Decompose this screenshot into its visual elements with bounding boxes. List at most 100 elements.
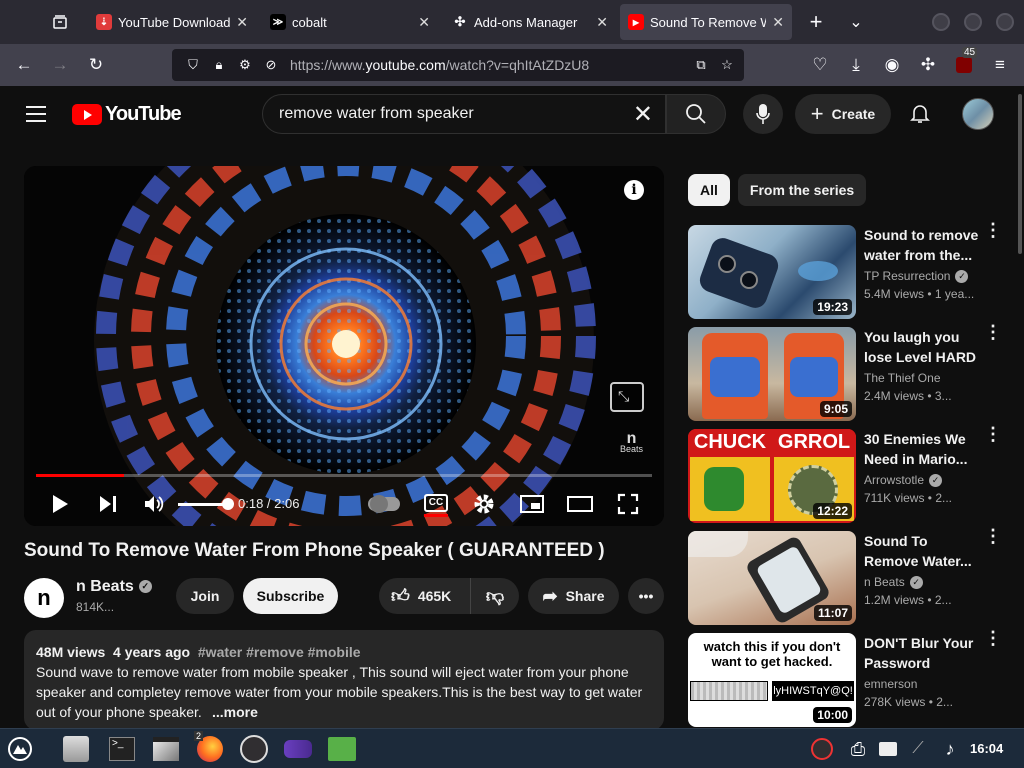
forward-arrow-icon[interactable]: → [42, 49, 78, 81]
app-menu-icon[interactable]: ≡ [982, 49, 1018, 81]
channel-name[interactable]: n Beats ✓ [76, 578, 152, 596]
subscribe-button[interactable]: Subscribe [243, 578, 338, 614]
recommendation-item[interactable]: watch this if you don't want to get hack… [688, 629, 1018, 727]
network-icon[interactable]: ⟋ [902, 733, 934, 765]
user-avatar[interactable] [962, 98, 994, 130]
theater-mode-icon[interactable] [566, 486, 594, 522]
close-tab-icon[interactable]: ✕ [418, 14, 430, 31]
firefox-icon[interactable]: 2 [194, 731, 226, 765]
close-tab-icon[interactable]: ✕ [596, 14, 608, 31]
downloads-icon[interactable]: ⤓ [838, 49, 874, 81]
minimize-window-icon[interactable] [932, 13, 950, 31]
printer-icon[interactable]: ⎙ [842, 733, 874, 765]
guide-menu-icon[interactable] [26, 106, 46, 127]
close-tab-icon[interactable]: ✕ [772, 14, 784, 31]
video-player[interactable]: i ⤡ n Beats 0:18 / 2:06 CC [24, 166, 664, 526]
video-editor-icon[interactable] [150, 733, 182, 765]
app-launcher-icon[interactable] [4, 733, 36, 765]
video-title[interactable]: Sound to remove water from the... [864, 225, 980, 265]
storage-drive-icon[interactable] [872, 733, 904, 765]
hashtags[interactable]: #water #remove #mobile [198, 644, 361, 660]
tab-cobalt[interactable]: ≫ cobalt ✕ [262, 4, 438, 40]
clock[interactable]: 16:04 [970, 741, 1003, 756]
account-icon[interactable]: ◉ [874, 49, 910, 81]
video-channel[interactable]: n Beats ✓ [864, 575, 923, 590]
tab-overview-icon[interactable] [40, 0, 80, 44]
dislike-button[interactable]: 👎︎ [471, 578, 519, 614]
volume-icon[interactable] [140, 486, 168, 522]
play-icon[interactable] [46, 486, 74, 522]
show-more-link[interactable]: ...more [204, 702, 652, 722]
chip-from-the-series[interactable]: From the series [737, 174, 867, 206]
video-title[interactable]: 30 Enemies We Need in Mario... [864, 429, 980, 469]
like-button[interactable]: 👍︎ 465K [379, 578, 471, 614]
more-vertical-icon[interactable]: ⋮ [984, 527, 1002, 545]
subtitles-cc-icon[interactable]: CC [424, 494, 448, 517]
volume-slider-handle[interactable] [222, 498, 234, 510]
recommendation-item[interactable]: CHUCK GRROL 12:22 30 Enemies We Need in … [688, 425, 1018, 523]
folder-icon[interactable] [326, 733, 358, 765]
voice-search-button[interactable] [743, 94, 783, 134]
pocket-icon[interactable]: ♡ [802, 49, 838, 81]
tab-list-chevron-icon[interactable]: ⌄ [836, 0, 876, 44]
lock-icon[interactable]: 🔒︎ [206, 57, 232, 73]
address-bar[interactable]: ⛉ 🔒︎ ⚙︎ ⊘ https://www.youtube.com/watch?… [172, 49, 744, 81]
video-channel[interactable]: The Thief One [864, 371, 941, 385]
share-button[interactable]: ➦ Share [528, 578, 619, 614]
back-arrow-icon[interactable]: ← [6, 49, 42, 81]
close-window-icon[interactable] [996, 13, 1014, 31]
maximize-window-icon[interactable] [964, 13, 982, 31]
obs-icon[interactable] [238, 733, 270, 765]
close-tab-icon[interactable]: ✕ [236, 14, 248, 31]
miniplayer-icon[interactable] [518, 486, 546, 522]
video-channel[interactable]: emnerson [864, 677, 917, 691]
more-vertical-icon[interactable]: ⋮ [984, 425, 1002, 443]
video-thumbnail[interactable]: watch this if you don't want to get hack… [688, 633, 856, 727]
more-vertical-icon[interactable]: ⋮ [984, 323, 1002, 341]
video-channel[interactable]: TP Resurrection ✓ [864, 269, 969, 284]
obs-tray-icon[interactable] [806, 733, 838, 765]
video-thumbnail[interactable]: 9:05 [688, 327, 856, 421]
video-title[interactable]: Sound To Remove Water... [864, 531, 980, 571]
ublock-extension-icon[interactable]: 45 [946, 47, 982, 81]
scrollbar-thumb[interactable] [1018, 94, 1022, 254]
video-thumbnail[interactable]: CHUCK GRROL 12:22 [688, 429, 856, 523]
more-vertical-icon[interactable]: ⋮ [984, 221, 1002, 239]
notifications-bell-icon[interactable] [908, 101, 932, 125]
join-button[interactable]: Join [176, 578, 234, 614]
channel-avatar[interactable]: n [24, 578, 64, 618]
reload-icon[interactable]: ↻ [78, 49, 114, 81]
permissions-icon[interactable]: ⚙︎ [232, 57, 258, 73]
youtube-logo[interactable]: YouTube [72, 103, 182, 126]
settings-gear-icon[interactable] [470, 486, 498, 522]
video-title[interactable]: DON'T Blur Your Password [864, 633, 980, 673]
channel-watermark[interactable]: n Beats [620, 431, 643, 455]
miniplayer-overlay-icon[interactable]: ⤡ [610, 382, 644, 412]
url-text[interactable]: https://www.youtube.com/watch?v=qhItAtZD… [290, 57, 589, 73]
more-actions-button[interactable]: ••• [628, 578, 664, 614]
video-thumbnail[interactable]: 19:23 [688, 225, 856, 319]
screenshot-icon[interactable]: ⧉ [688, 57, 714, 73]
more-vertical-icon[interactable]: ⋮ [984, 629, 1002, 647]
autoplay-toggle[interactable] [368, 495, 400, 513]
video-progress-bar[interactable] [36, 474, 652, 477]
recommendation-item[interactable]: 19:23 Sound to remove water from the... … [688, 221, 1018, 319]
info-icon[interactable]: i [624, 180, 644, 200]
new-tab-icon[interactable]: + [796, 0, 836, 44]
extensions-puzzle-icon[interactable]: ✣ [910, 49, 946, 81]
fullscreen-icon[interactable] [614, 486, 642, 522]
clear-search-icon[interactable]: ✕ [633, 100, 653, 129]
video-channel[interactable]: Arrowstotle ✓ [864, 473, 943, 488]
audio-volume-icon[interactable]: ♪ [934, 733, 966, 765]
search-input[interactable]: remove water from speaker ✕ [262, 94, 666, 134]
video-thumbnail[interactable]: 11:07 [688, 531, 856, 625]
next-video-icon[interactable] [94, 486, 122, 522]
tab-sound-to-remove-water[interactable]: ▶ Sound To Remove Wa ✕ [620, 4, 792, 40]
game-emulator-icon[interactable] [282, 733, 314, 765]
tab-addons-manager[interactable]: ✣ Add-ons Manager ✕ [444, 4, 616, 40]
terminal-icon[interactable]: >_ [106, 733, 138, 765]
volume-slider[interactable] [178, 498, 234, 510]
recommendation-item[interactable]: 9:05 You laugh you lose Level HARD The T… [688, 323, 1018, 421]
bookmark-star-icon[interactable]: ☆ [714, 57, 740, 73]
file-manager-icon[interactable] [60, 733, 92, 765]
